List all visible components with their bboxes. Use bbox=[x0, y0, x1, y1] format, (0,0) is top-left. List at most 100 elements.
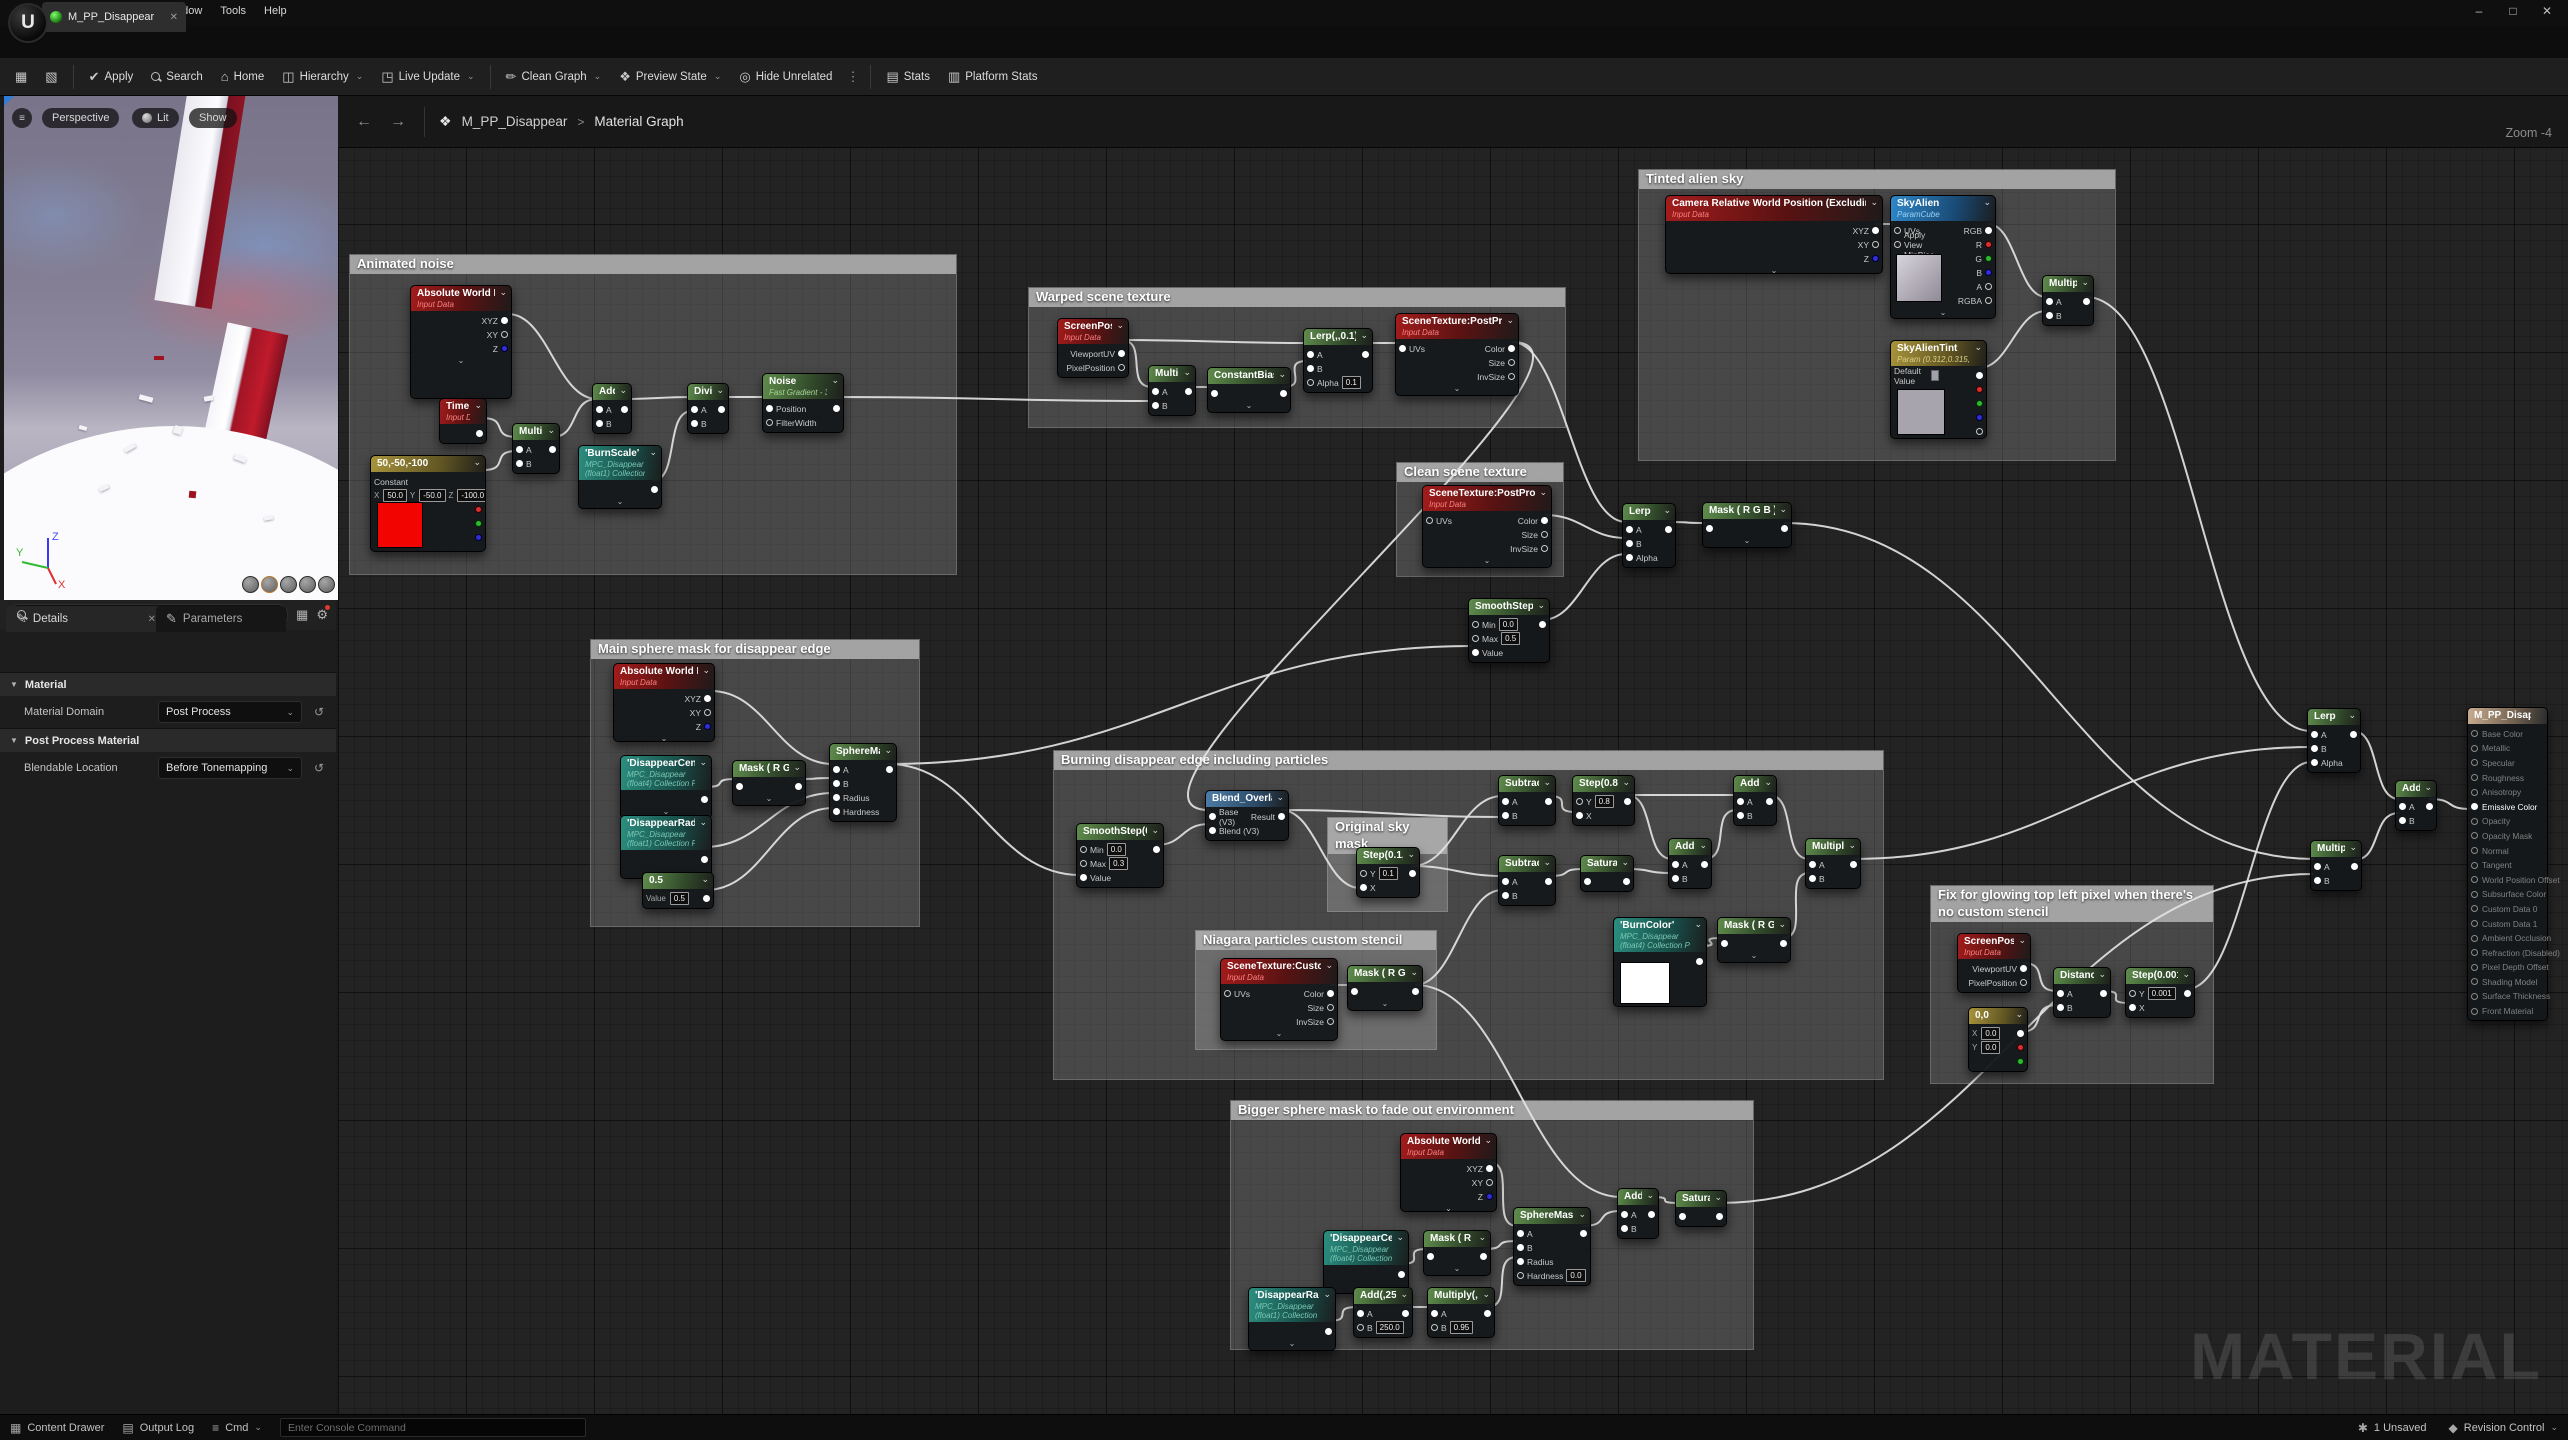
viewport-perspective-button[interactable]: Perspective bbox=[42, 108, 119, 128]
node-step01[interactable]: Step(0.1,)⌄Y0.1X bbox=[1356, 847, 1420, 898]
node-add1[interactable]: Add⌄AB bbox=[592, 383, 632, 434]
pin[interactable] bbox=[516, 460, 523, 467]
pin[interactable] bbox=[886, 766, 893, 773]
node-dcenter1[interactable]: 'DisappearCenter'MPC_Disappear(float4) C… bbox=[620, 755, 712, 819]
pin[interactable] bbox=[1409, 870, 1416, 877]
material-domain-dropdown[interactable]: Post Process ⌄ bbox=[158, 701, 302, 723]
pin[interactable] bbox=[1327, 1018, 1334, 1025]
grid-view-icon[interactable]: ▦ bbox=[296, 607, 308, 623]
node-mult4[interactable]: Multiply⌄AB bbox=[1805, 838, 1861, 889]
pin[interactable] bbox=[1278, 813, 1285, 820]
menu-help[interactable]: Help bbox=[255, 0, 296, 22]
pin[interactable] bbox=[1626, 554, 1633, 561]
pin[interactable] bbox=[2057, 1004, 2064, 1011]
node-lerp3[interactable]: Lerp ⌄ A B Alpha bbox=[2307, 708, 2361, 773]
pin[interactable] bbox=[2426, 803, 2433, 810]
pin[interactable] bbox=[2471, 862, 2478, 869]
pin[interactable] bbox=[833, 780, 840, 787]
node-mask1[interactable]: Mask ( R G B ) ⌄ ⌄ bbox=[1702, 502, 1792, 548]
pin[interactable] bbox=[1985, 297, 1992, 304]
node-const00[interactable]: 0,0 ⌄ X 0.0 Y 0.0 bbox=[1968, 1007, 2028, 1072]
toolbar-platform-stats-button[interactable]: ▥ Platform Stats bbox=[939, 62, 1047, 92]
tab-parameters[interactable]: ✎ Parameters bbox=[156, 606, 286, 632]
node-spheremask2[interactable]: SphereMask ⌄ A B Radius Hardness 0.0 bbox=[1513, 1207, 1591, 1286]
pin[interactable] bbox=[1224, 990, 1231, 997]
pin[interactable] bbox=[1426, 517, 1433, 524]
pin[interactable] bbox=[1508, 373, 1515, 380]
pin[interactable] bbox=[1327, 990, 1334, 997]
node-maskrgb2[interactable]: Mask ( R G B )⌄⌄ bbox=[732, 760, 806, 806]
toolbar-hierarchy-button[interactable]: ◫ Hierarchy ⌄ bbox=[273, 62, 372, 92]
pin[interactable] bbox=[1976, 400, 1983, 407]
pin[interactable] bbox=[1360, 870, 1367, 877]
pin[interactable] bbox=[1665, 526, 1672, 533]
preview-shape-plane-button[interactable] bbox=[280, 576, 297, 593]
viewport-menu-icon[interactable]: ≡ bbox=[12, 108, 32, 128]
menu-tools[interactable]: Tools bbox=[211, 0, 255, 22]
node-const05[interactable]: 0.5 ⌄ Value 0.5 bbox=[642, 872, 714, 909]
pin[interactable] bbox=[1539, 621, 1546, 628]
pin[interactable] bbox=[1985, 255, 1992, 262]
pin[interactable] bbox=[1985, 283, 1992, 290]
pin[interactable] bbox=[833, 794, 840, 801]
expand-chevron-icon[interactable]: ⌄ bbox=[1426, 556, 1548, 565]
kebab-menu-icon[interactable]: ⋮ bbox=[841, 69, 864, 85]
toolbar-search-button[interactable]: Search bbox=[142, 62, 211, 92]
pin[interactable] bbox=[1701, 861, 1708, 868]
pin[interactable] bbox=[691, 406, 698, 413]
pin[interactable] bbox=[766, 405, 773, 412]
pin[interactable] bbox=[1517, 1272, 1524, 1279]
pin[interactable] bbox=[2020, 979, 2027, 986]
node-add5[interactable]: Add ⌄ A B bbox=[2395, 780, 2437, 831]
node-st2[interactable]: SceneTexture:PostProcessInput0Input Data… bbox=[1422, 485, 1552, 568]
node-time[interactable]: TimeInput Data⌄ bbox=[439, 398, 487, 444]
node-lerp2[interactable]: Lerp ⌄ A B Alpha bbox=[1622, 503, 1676, 568]
expand-chevron-icon[interactable]: ⌄ bbox=[1894, 308, 1992, 317]
pin[interactable] bbox=[704, 723, 711, 730]
pin[interactable] bbox=[1486, 1193, 1493, 1200]
pin[interactable] bbox=[1502, 878, 1509, 885]
revision-control-button[interactable]: ◆ Revision Control ⌄ bbox=[2449, 1421, 2558, 1435]
node-awp1[interactable]: Absolute World PositionInput Data⌄XYZXYZ… bbox=[410, 285, 512, 399]
pin[interactable] bbox=[1985, 241, 1992, 248]
tab-close-icon[interactable]: ✕ bbox=[170, 12, 178, 23]
pin[interactable] bbox=[651, 486, 658, 493]
pin[interactable] bbox=[1809, 861, 1816, 868]
pin[interactable] bbox=[1472, 635, 1479, 642]
toolbar-stats-button[interactable]: ▤ Stats bbox=[877, 62, 939, 92]
nav-back-icon[interactable]: ← bbox=[352, 113, 376, 131]
expand-chevron-icon[interactable]: ⌄ bbox=[617, 734, 711, 742]
pin[interactable] bbox=[1626, 526, 1633, 533]
node-awp3[interactable]: Absolute World PositionInput Data⌄XYZXYZ… bbox=[1400, 1133, 1497, 1212]
node-lerp1[interactable]: Lerp(,,0.1) ⌄ A B Alpha 0.1 bbox=[1303, 328, 1373, 393]
pin[interactable] bbox=[1766, 798, 1773, 805]
pin[interactable] bbox=[1211, 390, 1218, 397]
pin[interactable] bbox=[1780, 940, 1787, 947]
node-st1[interactable]: SceneTexture:PostProcessInput0Input Data… bbox=[1395, 313, 1519, 396]
pin[interactable] bbox=[501, 317, 508, 324]
pin[interactable] bbox=[1976, 386, 1983, 393]
node-mult5[interactable]: Multiply⌄AB bbox=[2310, 840, 2362, 891]
node-add4[interactable]: Add ⌄ A B bbox=[1617, 1188, 1659, 1239]
node-add2[interactable]: Add ⌄ A B bbox=[1733, 775, 1777, 826]
pin[interactable] bbox=[475, 506, 482, 513]
pin[interactable] bbox=[1621, 1211, 1628, 1218]
node-cbs1[interactable]: ConstantBiasScale⌄⌄ bbox=[1207, 367, 1291, 413]
pin[interactable] bbox=[1545, 878, 1552, 885]
pin[interactable] bbox=[1976, 428, 1983, 435]
output-log-button[interactable]: ▤ Output Log bbox=[122, 1421, 194, 1435]
pin[interactable] bbox=[2471, 1008, 2478, 1015]
pin[interactable] bbox=[2471, 978, 2478, 985]
reset-to-default-icon[interactable]: ↺ bbox=[308, 761, 330, 775]
pin[interactable] bbox=[2083, 298, 2090, 305]
pin[interactable] bbox=[549, 446, 556, 453]
node-maskrgb3[interactable]: Mask ( R G B )⌄⌄ bbox=[1347, 965, 1423, 1011]
pin[interactable] bbox=[2471, 759, 2478, 766]
pin[interactable] bbox=[1152, 402, 1159, 409]
pin[interactable] bbox=[1357, 1324, 1364, 1331]
pin[interactable] bbox=[1431, 1310, 1438, 1317]
preview-shape-teapot-button[interactable] bbox=[318, 576, 335, 593]
pin[interactable] bbox=[1737, 812, 1744, 819]
pin[interactable] bbox=[1580, 1230, 1587, 1237]
tab-m-pp-disappear[interactable]: M_PP_Disappear ✕ bbox=[42, 2, 186, 32]
